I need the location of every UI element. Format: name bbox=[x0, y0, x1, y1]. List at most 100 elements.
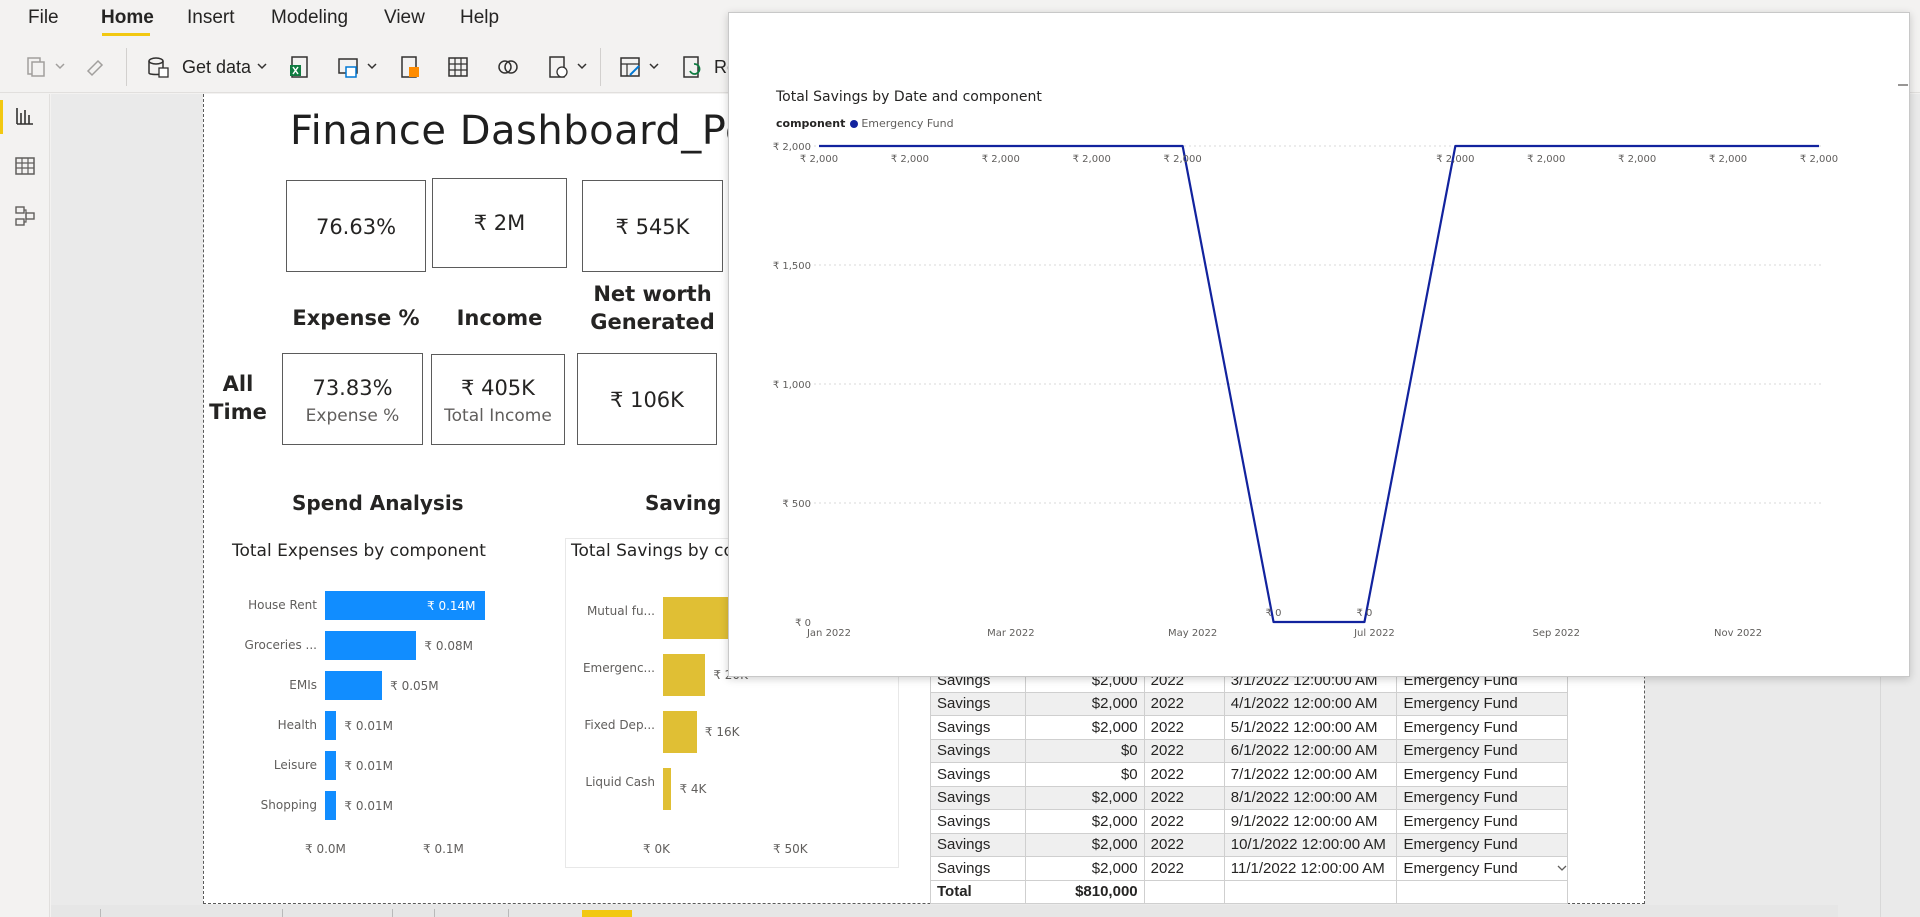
table-cell: Savings bbox=[930, 762, 1026, 787]
enter-data-icon[interactable] bbox=[446, 55, 470, 79]
page-tab-divider bbox=[392, 909, 393, 917]
table-row[interactable]: Savings $2,000 2022 8/1/2022 12:00:00 AM Eme… bbox=[930, 785, 1568, 810]
bar[interactable] bbox=[325, 711, 337, 740]
kpi-subtitle: Expense % bbox=[305, 406, 400, 426]
page-tabs-bar bbox=[51, 905, 1838, 917]
model-view-icon[interactable] bbox=[13, 204, 37, 228]
bar-data-label: ₹ 0.14M bbox=[427, 598, 476, 613]
dataverse-icon[interactable] bbox=[496, 55, 520, 79]
chevron-down-icon[interactable] bbox=[366, 60, 378, 72]
bar-data-label: ₹ 16K bbox=[704, 725, 740, 739]
table-row[interactable]: Savings $0 2022 7/1/2022 12:00:00 AM Emergen… bbox=[930, 762, 1568, 787]
chevron-down-icon[interactable] bbox=[576, 60, 588, 72]
menu-help[interactable]: Help bbox=[460, 7, 499, 29]
bar-category-label: House Rent bbox=[248, 598, 317, 612]
table-cell: 5/1/2022 12:00:00 AM bbox=[1223, 715, 1398, 740]
transform-data-icon[interactable] bbox=[618, 55, 642, 79]
chevron-down-icon[interactable] bbox=[256, 60, 268, 72]
bar-category-label: Fixed Dep... bbox=[584, 718, 655, 732]
all-time-label: All Time bbox=[209, 372, 267, 424]
y-tick-label: ₹ 2,000 bbox=[773, 142, 811, 153]
bar[interactable] bbox=[663, 711, 697, 753]
kpi-card-net-worth[interactable]: ₹ 545K bbox=[582, 180, 723, 272]
table-row[interactable]: Savings $2,000 2022 9/1/2022 12:00:00 AM Eme… bbox=[930, 809, 1568, 834]
kpi-card-expense[interactable]: 76.63% bbox=[286, 180, 426, 272]
bar[interactable] bbox=[663, 768, 672, 810]
table-total-row: Total $810,000 bbox=[930, 879, 1568, 904]
table-row[interactable]: Savings $0 2022 6/1/2022 12:00:00 AM Emergen… bbox=[930, 738, 1568, 763]
line-chart-canvas: ₹ 0 ₹ 500 ₹ 1,000 ₹ 1,500 ₹ 2,000 Jan 2022 Mar… bbox=[773, 142, 1838, 639]
net-worth-label: Net worth Generated bbox=[590, 282, 715, 334]
kpi-value: ₹ 405K bbox=[461, 376, 535, 400]
x-tick-label: Jul 2022 bbox=[1353, 628, 1395, 639]
recent-sources-icon[interactable] bbox=[546, 55, 570, 79]
data-label: ₹ 0 bbox=[1357, 608, 1373, 619]
table-cell: Savings bbox=[930, 738, 1026, 763]
dashboard-title: Finance Dashboard_Pers bbox=[290, 108, 789, 154]
table-cell: 6/1/2022 12:00:00 AM bbox=[1223, 738, 1398, 763]
table-cell bbox=[1396, 879, 1568, 904]
focus-mode-line-chart[interactable]: Total Savings by Date and component comp… bbox=[728, 12, 1910, 677]
table-cell: $2,000 bbox=[1024, 785, 1145, 810]
paste-icon[interactable] bbox=[24, 55, 48, 79]
kpi-card-income-all-time[interactable]: ₹ 405K Total Income bbox=[431, 354, 565, 445]
page-tab-divider bbox=[282, 909, 283, 917]
x-tick-label: Sep 2022 bbox=[1533, 628, 1580, 639]
menu-file[interactable]: File bbox=[28, 7, 59, 29]
kpi-card-income[interactable]: ₹ 2M bbox=[432, 178, 567, 268]
menu-modeling[interactable]: Modeling bbox=[271, 7, 348, 29]
table-cell: 2022 bbox=[1143, 809, 1225, 834]
menu-view[interactable]: View bbox=[384, 7, 425, 29]
bar[interactable] bbox=[325, 671, 383, 700]
table-row[interactable]: Savings $2,000 2022 4/1/2022 12:00:00 AM Eme… bbox=[930, 691, 1568, 716]
axis-tick-label: ₹ 50K bbox=[773, 842, 808, 856]
bar-category-label: Groceries ... bbox=[244, 638, 317, 652]
chevron-down-icon[interactable] bbox=[54, 60, 66, 72]
view-switcher-rail bbox=[0, 94, 50, 917]
table-cell: 2022 bbox=[1143, 715, 1225, 740]
database-icon[interactable] bbox=[146, 55, 170, 79]
bar[interactable] bbox=[325, 631, 417, 660]
table-row[interactable]: Savings $2,000 2022 10/1/2022 12:00:00 AM Em… bbox=[930, 832, 1568, 857]
report-view-icon[interactable] bbox=[13, 104, 37, 128]
more-options-icon[interactable] bbox=[1896, 78, 1910, 92]
savings-table[interactable]: Savings $2,000 2022 3/1/2022 12:00:00 AM Eme… bbox=[930, 668, 1568, 904]
bar-data-label: ₹ 0.01M bbox=[344, 718, 393, 733]
active-page-tab[interactable] bbox=[582, 910, 632, 917]
bar[interactable] bbox=[663, 654, 706, 696]
bar-category-label: Leisure bbox=[273, 758, 317, 772]
table-cell: 4/1/2022 12:00:00 AM bbox=[1223, 691, 1398, 716]
menu-insert[interactable]: Insert bbox=[187, 7, 235, 29]
kpi-card-net-worth-all-time[interactable]: ₹ 106K bbox=[577, 353, 717, 445]
refresh-icon[interactable] bbox=[680, 55, 704, 79]
table-view-icon[interactable] bbox=[13, 154, 37, 178]
sql-server-icon[interactable] bbox=[398, 55, 422, 79]
toolbar-separator bbox=[126, 48, 127, 86]
kpi-card-expense-all-time[interactable]: 73.83% Expense % bbox=[282, 353, 423, 445]
table-cell: 2022 bbox=[1143, 691, 1225, 716]
expenses-chart-title: Total Expenses by component bbox=[232, 541, 486, 561]
excel-icon[interactable] bbox=[288, 55, 312, 79]
chevron-down-icon[interactable] bbox=[648, 60, 660, 72]
table-row[interactable]: Savings $2,000 2022 5/1/2022 12:00:00 AM Eme… bbox=[930, 715, 1568, 740]
kpi-value: ₹ 545K bbox=[615, 215, 690, 239]
menu-home[interactable]: Home bbox=[101, 7, 154, 29]
y-tick-label: ₹ 1,000 bbox=[773, 380, 811, 391]
format-painter-icon[interactable] bbox=[84, 55, 108, 79]
table-cell: $2,000 bbox=[1024, 715, 1145, 740]
scroll-down-icon[interactable] bbox=[1557, 864, 1567, 872]
data-label: ₹ 2,000 bbox=[1800, 154, 1838, 165]
kpi-subtitle: Total Income bbox=[444, 406, 552, 426]
get-data-label[interactable]: Get data bbox=[182, 57, 251, 78]
table-row[interactable]: Savings $2,000 2022 11/1/2022 12:00:00 AM Em… bbox=[930, 856, 1568, 881]
axis-tick-label: ₹ 0.0M bbox=[305, 842, 346, 856]
active-tab-indicator bbox=[102, 33, 150, 36]
bar[interactable] bbox=[663, 597, 735, 639]
bar[interactable] bbox=[325, 791, 337, 820]
bar[interactable] bbox=[325, 751, 337, 780]
table-cell: Savings bbox=[930, 856, 1026, 881]
dataset-icon[interactable] bbox=[336, 55, 360, 79]
page-tab-divider bbox=[100, 909, 101, 917]
data-label: ₹ 2,000 bbox=[1709, 154, 1747, 165]
table-cell: Emergency Fund bbox=[1396, 691, 1568, 716]
